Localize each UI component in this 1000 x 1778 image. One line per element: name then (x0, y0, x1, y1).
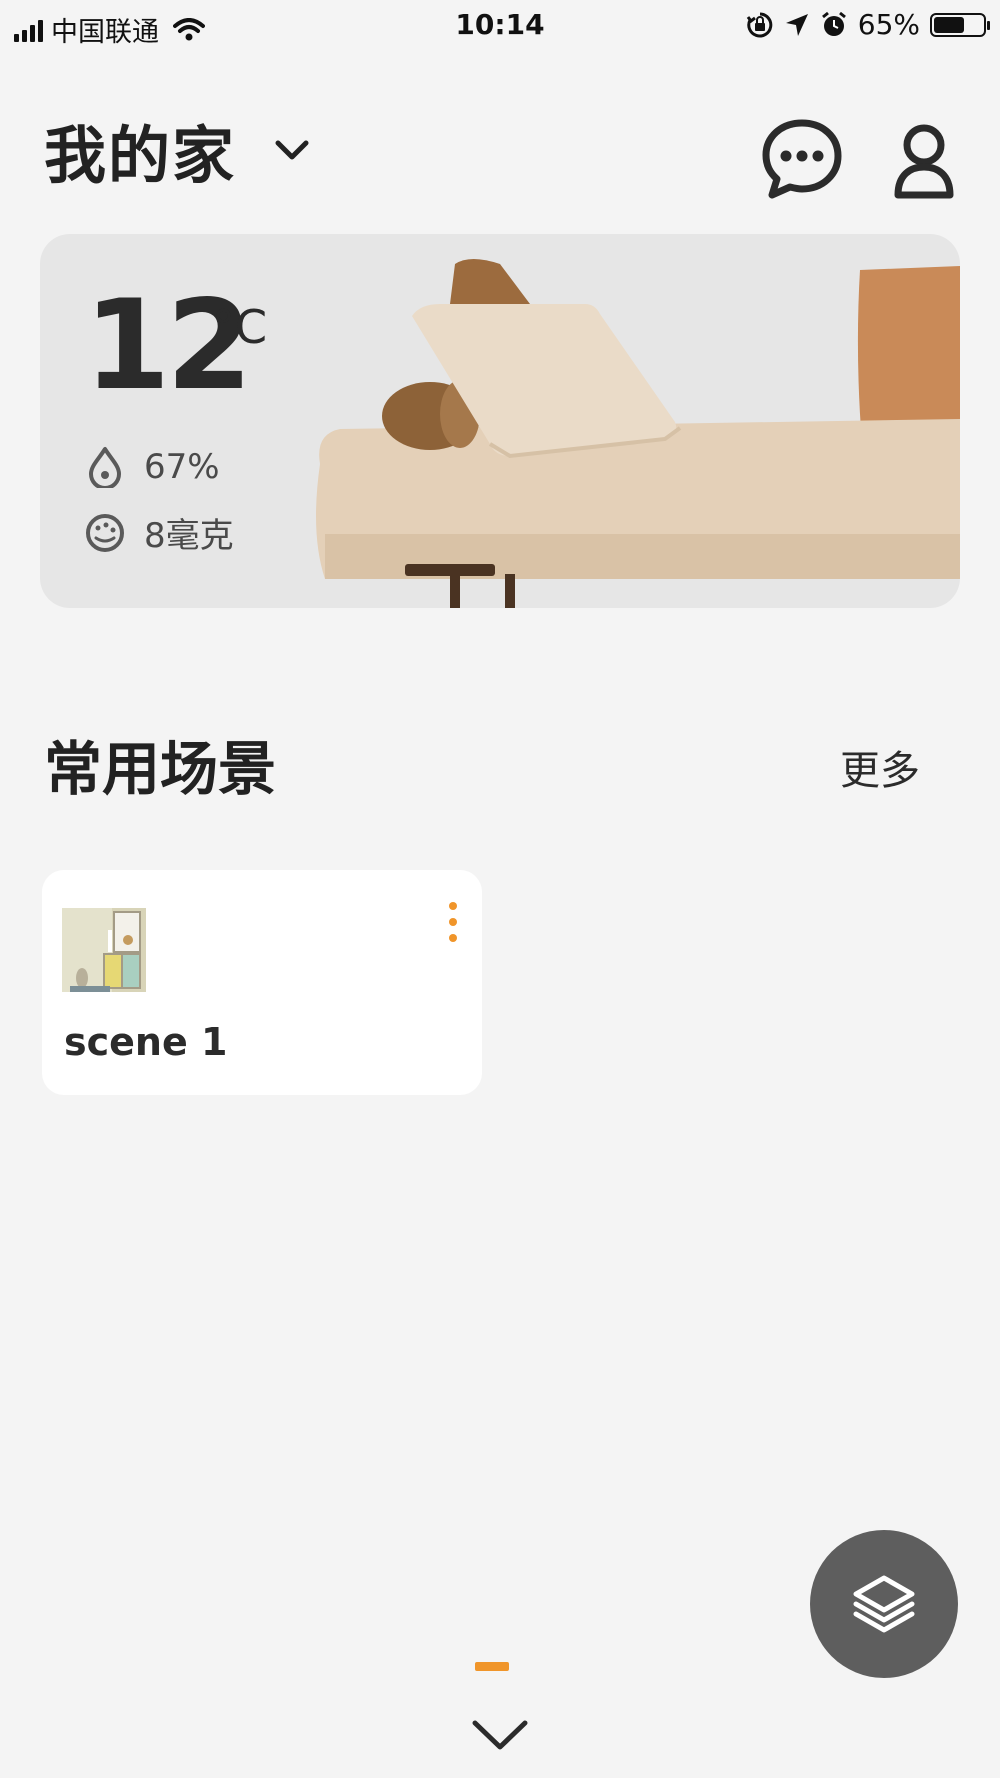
battery-icon (930, 12, 990, 37)
home-name[interactable]: 我的家 (44, 105, 236, 195)
scene-thumbnail (62, 908, 146, 992)
scene-card[interactable]: scene 1 (42, 870, 482, 1095)
layers-fab-button[interactable] (810, 1530, 958, 1678)
humidity-row: 67% (84, 446, 220, 488)
chevron-down-icon[interactable] (470, 1715, 530, 1755)
header: 我的家 (44, 95, 956, 199)
status-bar: 中国联通 10:14 65% (0, 0, 1000, 50)
weather-card[interactable]: 12 °C 67% 8毫克 (40, 234, 960, 608)
temperature-unit: °C (212, 300, 268, 354)
air-quality-row: 8毫克 (84, 508, 234, 557)
section-title: 常用场景 (44, 735, 277, 803)
page-indicator (475, 1662, 509, 1671)
layers-icon (853, 1575, 915, 1633)
battery-percent: 65% (857, 8, 920, 41)
orientation-lock-icon (746, 12, 773, 37)
air-quality-value: 8毫克 (144, 516, 234, 556)
alarm-icon (821, 11, 846, 36)
more-link[interactable]: 更多 (840, 738, 920, 796)
status-right: 65% (746, 8, 990, 41)
message-icon[interactable] (758, 115, 846, 203)
humidity-icon (89, 447, 121, 488)
user-icon[interactable] (892, 115, 956, 203)
chevron-down-icon[interactable] (272, 135, 312, 165)
scene-name: scene 1 (64, 1020, 228, 1064)
more-options-icon[interactable] (444, 900, 462, 944)
air-quality-icon (86, 513, 124, 552)
location-icon (785, 13, 808, 36)
humidity-value: 67% (144, 447, 220, 487)
